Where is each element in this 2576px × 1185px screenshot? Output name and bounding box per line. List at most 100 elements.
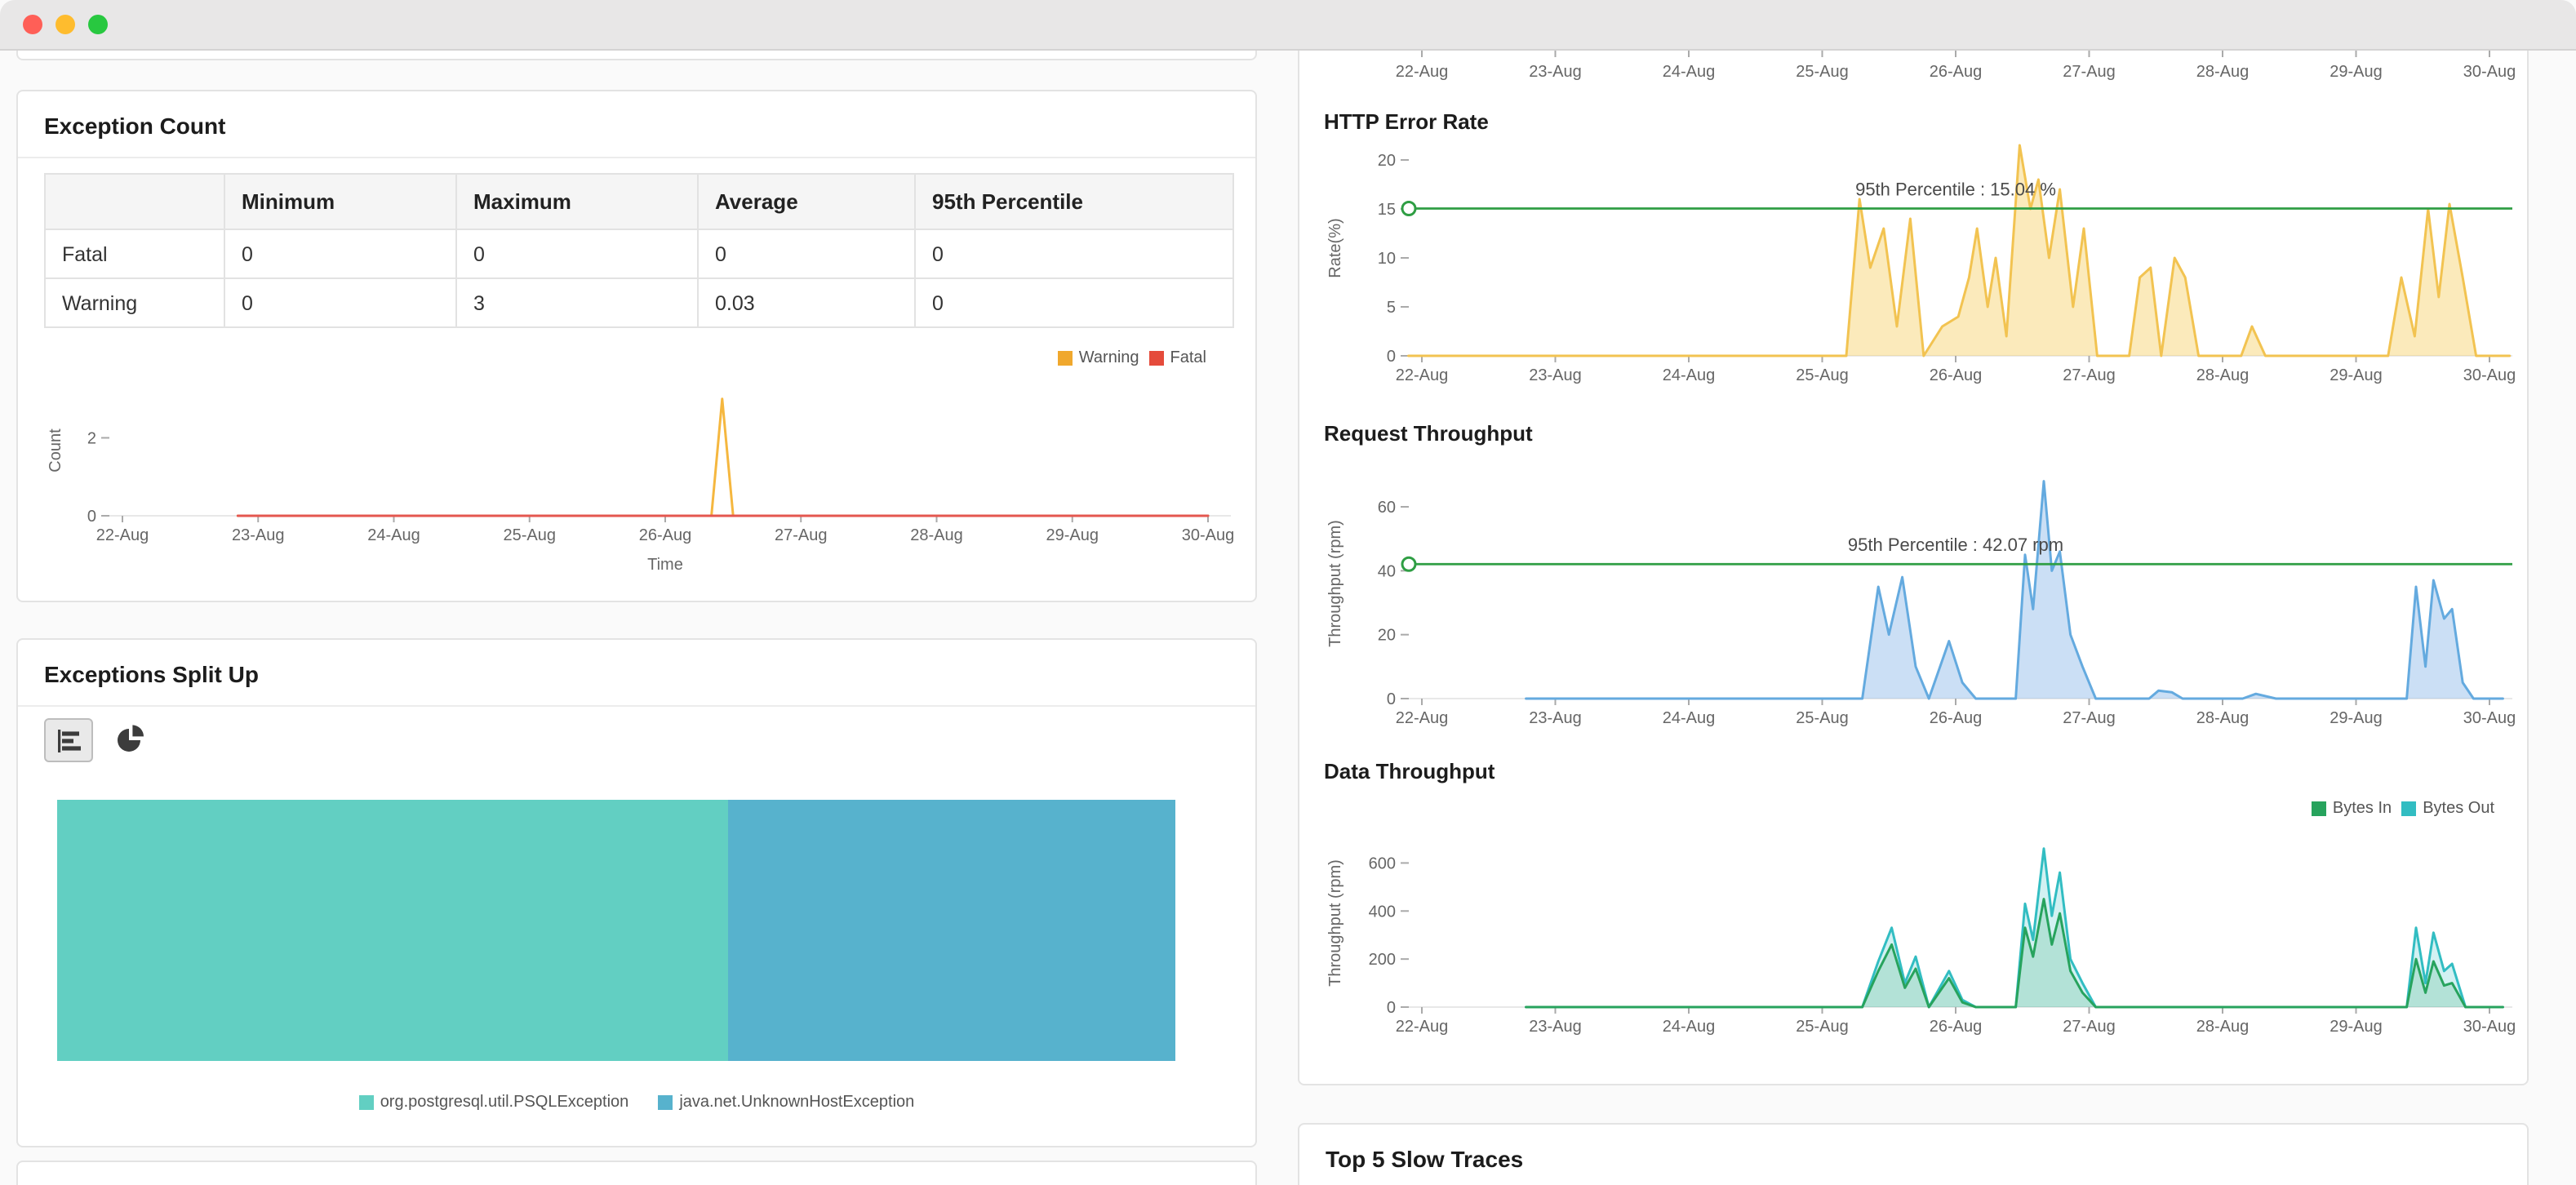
request-throughput-chart: 22-Aug23-Aug24-Aug25-Aug26-Aug27-Aug28-A…: [1299, 459, 2530, 736]
svg-text:25-Aug: 25-Aug: [1796, 63, 1849, 81]
cell-avg: 0.03: [698, 278, 915, 327]
svg-text:2: 2: [87, 429, 96, 447]
partial-card-below: [16, 1161, 1257, 1185]
svg-text:24-Aug: 24-Aug: [1663, 709, 1716, 727]
pie-view-button[interactable]: [106, 718, 152, 759]
http-error-rate-chart: 22-Aug23-Aug24-Aug25-Aug26-Aug27-Aug28-A…: [1299, 135, 2530, 393]
exception-stats-table: Minimum Maximum Average 95th Percentile …: [44, 173, 1234, 328]
fatal-swatch-icon: [1149, 351, 1164, 366]
cell-95th: 0: [915, 278, 1233, 327]
row-label: Fatal: [45, 229, 224, 278]
zoom-window-button[interactable]: [88, 15, 108, 34]
cell-min: 0: [224, 278, 456, 327]
svg-text:30-Aug: 30-Aug: [1182, 526, 1235, 544]
svg-text:26-Aug: 26-Aug: [1930, 709, 1983, 727]
bar-view-button[interactable]: [44, 718, 93, 762]
svg-text:0: 0: [1387, 348, 1396, 366]
segment-unknownhostexception[interactable]: [728, 800, 1175, 1061]
svg-text:Rate(%): Rate(%): [1326, 218, 1344, 277]
pie-chart-icon: [115, 725, 143, 752]
svg-text:29-Aug: 29-Aug: [2330, 366, 2383, 384]
svg-text:5: 5: [1387, 299, 1396, 317]
data-throughput-chart: 22-Aug23-Aug24-Aug25-Aug26-Aug27-Aug28-A…: [1299, 826, 2530, 1046]
col-header-minimum: Minimum: [224, 174, 456, 229]
svg-text:30-Aug: 30-Aug: [2463, 709, 2516, 727]
svg-text:23-Aug: 23-Aug: [232, 526, 285, 544]
svg-text:20: 20: [1378, 152, 1396, 170]
legend-label: Bytes In: [2333, 800, 2392, 818]
svg-text:0: 0: [1387, 999, 1396, 1017]
psql-swatch-icon: [359, 1095, 374, 1110]
svg-text:0: 0: [1387, 690, 1396, 708]
svg-text:30-Aug: 30-Aug: [2463, 1018, 2516, 1036]
cell-min: 0: [224, 229, 456, 278]
table-header-row: Minimum Maximum Average 95th Percentile: [45, 174, 1233, 229]
svg-text:29-Aug: 29-Aug: [2330, 1018, 2383, 1036]
svg-text:22-Aug: 22-Aug: [1396, 1018, 1449, 1036]
cell-max: 0: [456, 229, 698, 278]
warning-swatch-icon: [1058, 351, 1073, 366]
bytes-out-swatch-icon: [2401, 801, 2416, 816]
legend-item-psql: org.postgresql.util.PSQLException: [359, 1094, 629, 1112]
svg-text:26-Aug: 26-Aug: [1930, 63, 1983, 81]
minimize-window-button[interactable]: [56, 15, 75, 34]
svg-text:26-Aug: 26-Aug: [639, 526, 692, 544]
metrics-card: 22-Aug 23-Aug 24-Aug 25-Aug 26-Aug 27-Aug 28-A…: [1298, 0, 2529, 1085]
svg-text:27-Aug: 27-Aug: [2063, 1018, 2116, 1036]
svg-text:60: 60: [1378, 499, 1396, 517]
svg-text:27-Aug: 27-Aug: [2063, 366, 2116, 384]
legend-item-unknownhost: java.net.UnknownHostException: [658, 1094, 914, 1112]
col-header-average: Average: [698, 174, 915, 229]
title-divider: [18, 157, 1255, 158]
svg-text:27-Aug: 27-Aug: [775, 526, 828, 544]
exceptions-stacked-bar: [57, 800, 1175, 1061]
split-legend: org.postgresql.util.PSQLException java.n…: [18, 1094, 1255, 1112]
col-header-95th: 95th Percentile: [915, 174, 1233, 229]
svg-text:27-Aug: 27-Aug: [2063, 709, 2116, 727]
svg-text:24-Aug: 24-Aug: [1663, 1018, 1716, 1036]
svg-text:22-Aug: 22-Aug: [1396, 63, 1449, 81]
slow-traces-title: Top 5 Slow Traces: [1299, 1125, 2527, 1185]
svg-text:Count: Count: [47, 428, 64, 473]
svg-text:28-Aug: 28-Aug: [2196, 1018, 2250, 1036]
bar-chart-icon: [56, 727, 82, 753]
exception-trend-chart: 22-Aug23-Aug24-Aug25-Aug26-Aug27-Aug28-A…: [44, 369, 1236, 578]
svg-text:95th Percentile : 42.07 rpm: 95th Percentile : 42.07 rpm: [1848, 535, 2063, 555]
svg-text:29-Aug: 29-Aug: [1046, 526, 1099, 544]
cell-95th: 0: [915, 229, 1233, 278]
svg-text:24-Aug: 24-Aug: [1663, 366, 1716, 384]
svg-text:22-Aug: 22-Aug: [96, 526, 149, 544]
svg-text:23-Aug: 23-Aug: [1529, 709, 1582, 727]
svg-text:26-Aug: 26-Aug: [1930, 366, 1983, 384]
svg-text:28-Aug: 28-Aug: [2196, 366, 2250, 384]
svg-text:22-Aug: 22-Aug: [1396, 366, 1449, 384]
svg-text:30-Aug: 30-Aug: [2463, 366, 2516, 384]
title-divider: [18, 705, 1255, 707]
cell-avg: 0: [698, 229, 915, 278]
legend-label: Warning: [1079, 349, 1139, 367]
legend-label: Bytes Out: [2423, 800, 2494, 818]
close-window-button[interactable]: [23, 15, 42, 34]
svg-text:24-Aug: 24-Aug: [1663, 63, 1716, 81]
svg-text:200: 200: [1369, 951, 1396, 969]
svg-text:25-Aug: 25-Aug: [1796, 709, 1849, 727]
svg-text:600: 600: [1369, 854, 1396, 872]
legend-item-fatal: Fatal: [1149, 349, 1206, 367]
legend-label: Fatal: [1170, 349, 1206, 367]
svg-text:95th Percentile : 15.04 %: 95th Percentile : 15.04 %: [1855, 180, 2056, 200]
svg-text:23-Aug: 23-Aug: [1529, 1018, 1582, 1036]
svg-text:24-Aug: 24-Aug: [367, 526, 420, 544]
legend-item-bytes-in: Bytes In: [2312, 800, 2392, 818]
svg-text:23-Aug: 23-Aug: [1529, 366, 1582, 384]
exception-count-card: Exception Count Minimum Maximum Average …: [16, 90, 1257, 602]
svg-text:15: 15: [1378, 201, 1396, 219]
svg-text:Time: Time: [647, 556, 683, 574]
col-header-maximum: Maximum: [456, 174, 698, 229]
svg-text:26-Aug: 26-Aug: [1930, 1018, 1983, 1036]
table-row-fatal: Fatal 0 0 0 0: [45, 229, 1233, 278]
exception-count-title: Exception Count: [18, 91, 1255, 157]
table-row-warning: Warning 0 3 0.03 0: [45, 278, 1233, 327]
segment-psqlexception[interactable]: [57, 800, 728, 1061]
window-titlebar: [0, 0, 2576, 51]
legend-label: java.net.UnknownHostException: [679, 1094, 914, 1112]
